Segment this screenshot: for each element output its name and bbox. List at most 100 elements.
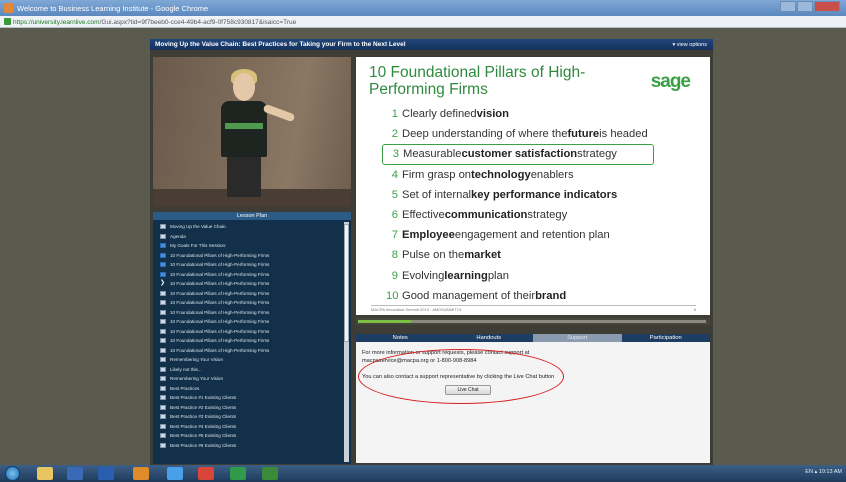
progress-fill bbox=[358, 320, 411, 323]
address-bar[interactable]: https://university.learnlive.com/Gui.asp… bbox=[0, 16, 846, 28]
system-tray[interactable]: EN ▴ 10:13 AM bbox=[805, 469, 842, 475]
windows-taskbar: EN ▴ 10:13 AM bbox=[0, 465, 846, 482]
lesson-item[interactable]: My Goals For This Session: bbox=[155, 241, 341, 251]
tab-support[interactable]: Support bbox=[533, 334, 622, 342]
slide-icon bbox=[160, 224, 166, 230]
lesson-item[interactable]: Best Practice #2 Existing Clients bbox=[155, 403, 341, 413]
pillar-item: 10 Good management of their brand bbox=[386, 289, 567, 302]
slide-page-number: 6 bbox=[693, 307, 696, 312]
presenter-video[interactable] bbox=[153, 57, 351, 207]
lesson-item[interactable]: 10 Foundational Pillars of High-Performi… bbox=[155, 317, 341, 327]
presenter-shirt-logo bbox=[225, 123, 263, 129]
presenter-legs bbox=[227, 157, 261, 197]
close-button[interactable] bbox=[814, 1, 840, 12]
slide-icon bbox=[160, 271, 166, 277]
presenter-arm bbox=[262, 103, 296, 123]
lesson-plan-scrollbar[interactable] bbox=[344, 222, 349, 462]
url-text[interactable]: https://university.learnlive.com/Gui.asp… bbox=[13, 19, 296, 26]
lesson-plan-panel: Lesson Plan Moving Up the Value Chain. A… bbox=[153, 212, 351, 464]
window-title: Welcome to Business Learning Institute -… bbox=[17, 4, 209, 13]
lesson-item[interactable]: Remembering Your Vision bbox=[155, 374, 341, 384]
progress-remaining bbox=[410, 320, 706, 323]
lesson-item-current[interactable]: ❯ 10 Foundational Pillars of High-Perform… bbox=[155, 279, 341, 289]
lesson-item[interactable]: Best Practice #5 Existing Clients bbox=[155, 431, 341, 441]
slide-icon bbox=[160, 290, 166, 296]
start-button[interactable] bbox=[5, 466, 20, 481]
lesson-item[interactable]: 10 Foundational Pillars of High-Performi… bbox=[155, 251, 341, 261]
internet-explorer-icon[interactable] bbox=[167, 467, 183, 480]
pillar-item: 9 Evolving learning plan bbox=[391, 269, 509, 282]
panel-tabs: Notes Handouts Support Participation bbox=[356, 334, 710, 342]
browser-title-bar: Welcome to Business Learning Institute -… bbox=[0, 0, 846, 16]
tab-handouts[interactable]: Handouts bbox=[445, 334, 534, 342]
lock-icon bbox=[4, 18, 11, 25]
lesson-item[interactable]: 10 Foundational Pillars of High-Performi… bbox=[155, 327, 341, 337]
slide-icon bbox=[160, 243, 166, 249]
lesson-item[interactable]: 10 Foundational Pillars of High-Performi… bbox=[155, 260, 341, 270]
lesson-item[interactable]: Best Practices bbox=[155, 384, 341, 394]
tab-notes[interactable]: Notes bbox=[356, 334, 445, 342]
slide-icon bbox=[160, 347, 166, 353]
lesson-item[interactable]: Best Practice #1 Existing Clients bbox=[155, 393, 341, 403]
current-arrow-icon: ❯ bbox=[160, 280, 166, 287]
support-panel: For more information or support requests… bbox=[356, 342, 710, 463]
slide-icon bbox=[160, 309, 166, 315]
lesson-plan-list: Moving Up the Value Chain. Agenda My Goa… bbox=[155, 222, 341, 450]
media-player-icon[interactable] bbox=[67, 467, 83, 480]
lesson-item[interactable]: 10 Foundational Pillars of High-Performi… bbox=[155, 270, 341, 280]
minimize-button[interactable] bbox=[780, 1, 796, 12]
pillar-item: 7 Employee engagement and retention plan bbox=[391, 229, 610, 242]
slide-icon bbox=[160, 338, 166, 344]
slide-footer: MACPA Innovation Summit 2013 · #MDSUMMIT… bbox=[371, 305, 696, 312]
slide-icon bbox=[160, 300, 166, 306]
lesson-item[interactable]: Remembering Your Vision bbox=[155, 355, 341, 365]
view-options-button[interactable]: ▾ view options bbox=[672, 42, 707, 48]
window-controls bbox=[780, 1, 840, 12]
lesson-plan-header: Lesson Plan bbox=[153, 212, 351, 220]
lesson-item[interactable]: 10 Foundational Pillars of High-Performi… bbox=[155, 298, 341, 308]
excel-icon[interactable] bbox=[230, 467, 246, 480]
player-header: Moving Up the Value Chain: Best Practice… bbox=[150, 39, 713, 50]
slide-title: 10 Foundational Pillars of High-Performi… bbox=[369, 64, 586, 98]
outlook-icon[interactable] bbox=[133, 467, 149, 480]
lesson-item[interactable]: Moving Up the Value Chain. bbox=[155, 222, 341, 232]
slide-icon bbox=[160, 252, 166, 258]
sage-logo: sage bbox=[650, 71, 691, 92]
presenter-head bbox=[233, 73, 255, 101]
lesson-item[interactable]: Best Practice #6 Existing Clients bbox=[155, 441, 341, 451]
slide-icon bbox=[160, 233, 166, 239]
lesson-item[interactable]: Best Practice #3 Existing Clients bbox=[155, 412, 341, 422]
page-favicon-icon bbox=[4, 3, 14, 13]
slide-icon bbox=[160, 442, 166, 448]
word-icon[interactable] bbox=[98, 467, 114, 480]
lesson-item[interactable]: 10 Foundational Pillars of High-Performi… bbox=[155, 308, 341, 318]
chrome-icon[interactable] bbox=[198, 467, 214, 480]
lesson-item[interactable]: Agenda bbox=[155, 232, 341, 242]
lesson-item[interactable]: Likely not this... bbox=[155, 365, 341, 375]
pillar-item: 4 Firm grasp on technology enablers bbox=[391, 168, 574, 181]
lesson-item[interactable]: 10 Foundational Pillars of High-Performi… bbox=[155, 336, 341, 346]
lesson-item[interactable]: Best Practice #4 Existing Clients bbox=[155, 422, 341, 432]
slide-icon bbox=[160, 395, 166, 401]
slide-icon bbox=[160, 376, 166, 382]
pillar-item: 2 Deep understanding of where the future … bbox=[391, 128, 648, 141]
slide-icon bbox=[160, 404, 166, 410]
tab-participation[interactable]: Participation bbox=[622, 334, 711, 342]
pillar-item: 5 Set of internal key performance indicat… bbox=[391, 188, 618, 201]
slide-icon bbox=[160, 385, 166, 391]
slide-icon bbox=[160, 319, 166, 325]
slide-icon bbox=[160, 262, 166, 268]
slide-icon bbox=[160, 414, 166, 420]
annotation-circle bbox=[358, 349, 564, 404]
playback-progress-bar[interactable] bbox=[356, 318, 710, 325]
app-icon[interactable] bbox=[262, 467, 278, 480]
lesson-item[interactable]: 10 Foundational Pillars of High-Performi… bbox=[155, 346, 341, 356]
slide-icon bbox=[160, 366, 166, 372]
pillar-item: 6 Effective communication strategy bbox=[391, 209, 568, 222]
slide-view: 10 Foundational Pillars of High-Performi… bbox=[356, 57, 710, 315]
scrollbar-thumb[interactable] bbox=[344, 224, 349, 342]
slide-icon bbox=[160, 328, 166, 334]
explorer-icon[interactable] bbox=[37, 467, 53, 480]
lesson-item[interactable]: 10 Foundational Pillars of High-Performi… bbox=[155, 289, 341, 299]
maximize-button[interactable] bbox=[797, 1, 813, 12]
